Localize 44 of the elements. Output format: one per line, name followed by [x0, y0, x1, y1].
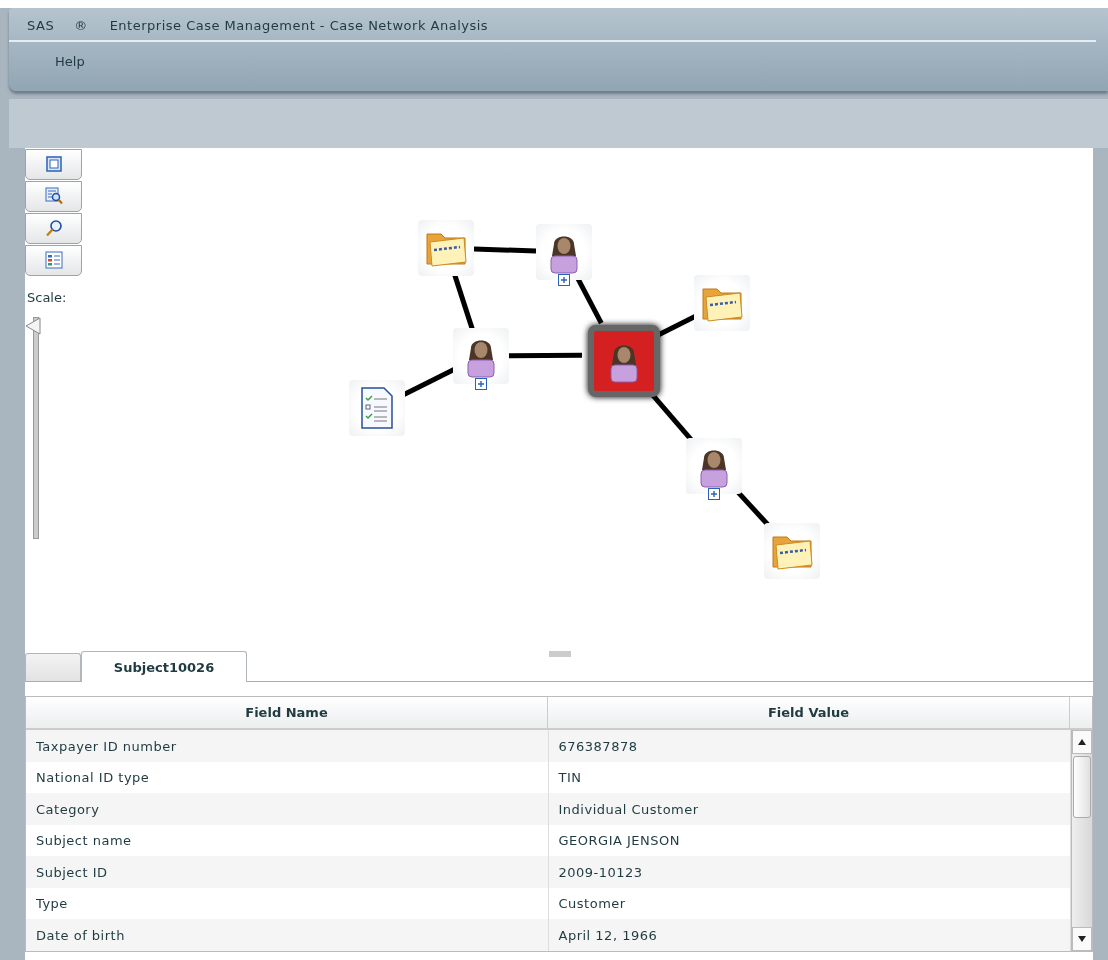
scale-slider[interactable]	[25, 316, 43, 539]
registered-mark: ®	[74, 18, 88, 35]
expand-icon[interactable]	[558, 273, 570, 286]
folder-node[interactable]	[418, 219, 474, 276]
brand-name: SAS	[27, 18, 55, 35]
tab[interactable]: Subject10026	[81, 651, 247, 683]
slider-thumb[interactable]	[25, 316, 41, 335]
scroll-down-button[interactable]	[1072, 927, 1092, 951]
tool-button[interactable]	[25, 180, 82, 212]
up-arrow-icon	[1078, 739, 1086, 746]
scrollbar[interactable]	[1071, 730, 1092, 951]
tool-button[interactable]	[25, 212, 82, 244]
person-node[interactable]	[453, 327, 509, 384]
menu-item[interactable]: Help	[55, 50, 85, 73]
table-cell: Subject ID	[26, 856, 549, 888]
scroll-thumb[interactable]	[1073, 756, 1091, 819]
down-arrow-icon	[1078, 936, 1086, 942]
folder-node[interactable]	[694, 274, 750, 331]
tab[interactable]	[25, 653, 81, 682]
expand-icon[interactable]	[708, 487, 720, 500]
list-icon	[44, 251, 63, 270]
tool-button[interactable]	[25, 244, 82, 276]
splitter-grip-icon[interactable]	[549, 650, 571, 657]
table-cell: Taxpayer ID number	[26, 730, 549, 762]
column-header[interactable]: Field Name	[26, 697, 548, 729]
person-node[interactable]	[686, 437, 742, 494]
search-icon	[44, 219, 63, 238]
document-node[interactable]	[349, 379, 405, 436]
tool-button[interactable]	[25, 148, 82, 180]
column-header[interactable]: Field Value	[548, 697, 1070, 729]
window-title: Enterprise Case Management - Case Network Analysis	[109, 18, 489, 35]
checklist-icon	[359, 385, 395, 430]
connector-line	[473, 246, 537, 254]
expand-icon[interactable]	[475, 377, 487, 390]
table-cell: Date of birth	[26, 919, 549, 951]
frame-icon	[45, 156, 62, 173]
person-node[interactable]	[536, 223, 592, 280]
folder-node[interactable]	[764, 522, 820, 579]
person-node[interactable]	[588, 324, 660, 397]
table-cell: Category	[26, 793, 549, 825]
scroll-up-button[interactable]	[1072, 730, 1092, 755]
connector-line	[452, 273, 475, 330]
scale-label: Scale:	[27, 289, 67, 305]
zoom-table-icon	[44, 187, 63, 206]
